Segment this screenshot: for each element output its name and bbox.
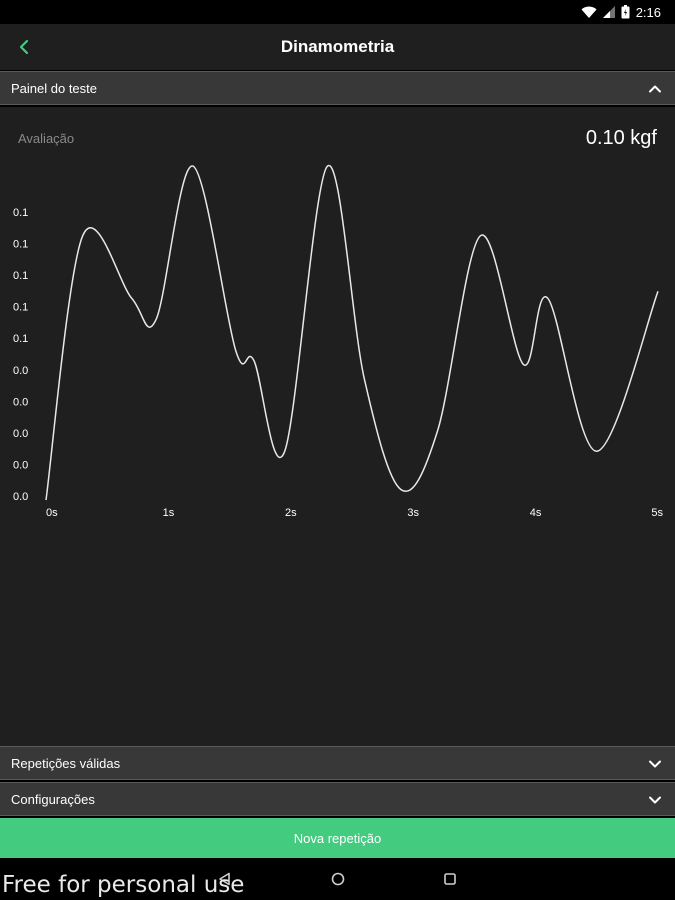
y-tick-label: 0.1 bbox=[13, 302, 28, 314]
evaluation-value: 0.10 kgf bbox=[585, 127, 657, 149]
force-chart: 0.1 0.1 0.1 0.1 0.1 0.0 0.0 0.0 0.0 0.0 0s 1s 2s 3s 4… bbox=[13, 165, 663, 519]
section-label-configuracoes: Configurações bbox=[11, 792, 95, 807]
signal-icon bbox=[602, 6, 615, 18]
y-tick-label: 0.1 bbox=[13, 270, 28, 282]
x-tick-label: 5s bbox=[651, 507, 663, 519]
watermark-text: Free for personal use bbox=[2, 872, 245, 898]
y-tick-label: 0.0 bbox=[13, 396, 28, 408]
chevron-up-icon bbox=[649, 85, 661, 93]
chevron-down-icon bbox=[649, 760, 661, 768]
y-tick-label: 0.1 bbox=[13, 239, 28, 251]
status-icons: 2:16 bbox=[581, 4, 661, 20]
y-tick-label: 0.1 bbox=[13, 333, 28, 345]
section-label-painel: Painel do teste bbox=[11, 81, 98, 96]
status-time: 2:16 bbox=[635, 4, 661, 20]
test-panel: 0.1 0.1 0.1 0.1 0.1 0.0 0.0 0.0 0.0 0.0 0s 1s 2s 3s 4… bbox=[0, 107, 675, 746]
x-tick-label: 4s bbox=[530, 507, 542, 519]
status-bar: 2:16 bbox=[0, 0, 675, 24]
new-repetition-label: Nova repetição bbox=[293, 830, 382, 846]
series-line bbox=[45, 165, 659, 501]
y-tick-label: 0.0 bbox=[13, 365, 28, 377]
y-axis-ticks: 0.1 0.1 0.1 0.1 0.1 0.0 0.0 0.0 0.0 0.0 bbox=[13, 207, 28, 503]
chevron-down-icon bbox=[649, 796, 661, 804]
section-header-repeticoes[interactable]: Repetições válidas bbox=[0, 746, 675, 780]
section-header-configuracoes[interactable]: Configurações bbox=[0, 782, 675, 816]
evaluation-label: Avaliação bbox=[18, 131, 75, 146]
battery-icon bbox=[621, 5, 630, 19]
y-tick-label: 0.0 bbox=[13, 491, 28, 503]
new-repetition-button[interactable]: Nova repetição bbox=[0, 818, 675, 858]
section-header-painel[interactable]: Painel do teste bbox=[0, 71, 675, 105]
wifi-icon bbox=[581, 6, 597, 18]
x-tick-label: 2s bbox=[285, 507, 297, 519]
x-axis-ticks: 0s 1s 2s 3s 4s 5s bbox=[46, 507, 663, 519]
app-bar: Dinamometria bbox=[0, 24, 675, 70]
navigation-bar: Free for personal use bbox=[0, 858, 675, 900]
y-tick-label: 0.0 bbox=[13, 459, 28, 471]
page-title: Dinamometria bbox=[280, 37, 395, 56]
x-tick-label: 1s bbox=[163, 507, 175, 519]
y-tick-label: 0.1 bbox=[13, 207, 28, 219]
x-tick-label: 3s bbox=[407, 507, 419, 519]
y-tick-label: 0.0 bbox=[13, 428, 28, 440]
section-label-repeticoes: Repetições válidas bbox=[11, 756, 121, 771]
nav-recents-icon[interactable] bbox=[444, 873, 456, 885]
nav-home-icon[interactable] bbox=[331, 872, 345, 886]
x-tick-label: 0s bbox=[46, 507, 58, 519]
